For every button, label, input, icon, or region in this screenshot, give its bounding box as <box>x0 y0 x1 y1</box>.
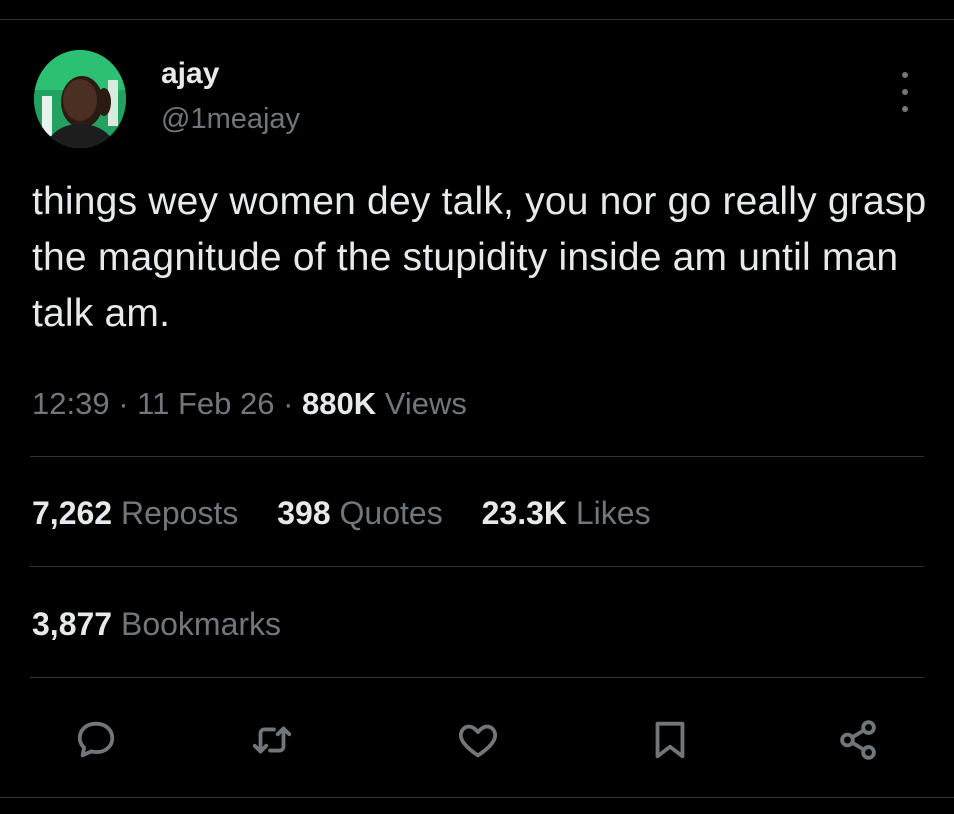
author-handle[interactable]: @1meajay <box>161 102 300 136</box>
like-button[interactable] <box>450 712 506 768</box>
engagement-stats: 7,262 Reposts 398 Quotes 23.3K Likes <box>32 493 681 533</box>
tweet-detail: ajay @1meajay things wey women dey talk,… <box>0 0 954 814</box>
divider <box>30 566 924 567</box>
share-button[interactable] <box>830 712 886 768</box>
avatar[interactable] <box>34 50 126 148</box>
more-dot <box>902 89 908 95</box>
reply-icon <box>77 721 115 758</box>
bookmarks-stat[interactable]: 3,877 Bookmarks <box>32 604 281 644</box>
tweet-date[interactable]: 11 Feb 26 <box>137 386 274 421</box>
reply-button[interactable] <box>68 712 124 768</box>
bottom-divider <box>0 797 954 798</box>
author-name[interactable]: ajay <box>161 56 219 92</box>
quotes-stat[interactable]: 398 Quotes <box>277 493 442 533</box>
bookmark-button[interactable] <box>642 712 698 768</box>
quotes-count: 398 <box>277 495 331 531</box>
repost-button[interactable] <box>244 712 300 768</box>
reposts-label: Reposts <box>120 495 239 531</box>
divider <box>30 677 924 678</box>
views-count: 880K <box>302 386 377 421</box>
meta-separator: · <box>283 386 294 421</box>
more-dot <box>902 106 908 112</box>
more-options-icon[interactable] <box>890 72 920 112</box>
reposts-count: 7,262 <box>32 495 113 531</box>
quotes-label: Quotes <box>339 495 443 531</box>
reposts-stat[interactable]: 7,262 Reposts <box>32 493 238 533</box>
action-bar <box>0 712 954 768</box>
divider <box>30 456 924 457</box>
views-label: Views <box>384 386 467 421</box>
more-dot <box>902 72 908 78</box>
top-divider <box>0 19 954 20</box>
bookmarks-count: 3,877 <box>32 606 113 642</box>
tweet-time[interactable]: 12:39 <box>32 386 110 421</box>
likes-count: 23.3K <box>481 495 567 531</box>
tweet-meta: 12:39 · 11 Feb 26 · 880K Views <box>32 384 467 424</box>
avatar-image <box>34 50 126 148</box>
likes-label: Likes <box>575 495 651 531</box>
repost-icon <box>252 726 292 754</box>
share-icon <box>840 720 876 760</box>
bookmark-icon <box>655 721 685 759</box>
meta-separator: · <box>118 386 129 421</box>
bookmarks-label: Bookmarks <box>120 606 282 642</box>
like-icon <box>458 724 498 758</box>
likes-stat[interactable]: 23.3K Likes <box>482 493 651 533</box>
tweet-text: things wey women dey talk, you nor go re… <box>32 180 927 335</box>
